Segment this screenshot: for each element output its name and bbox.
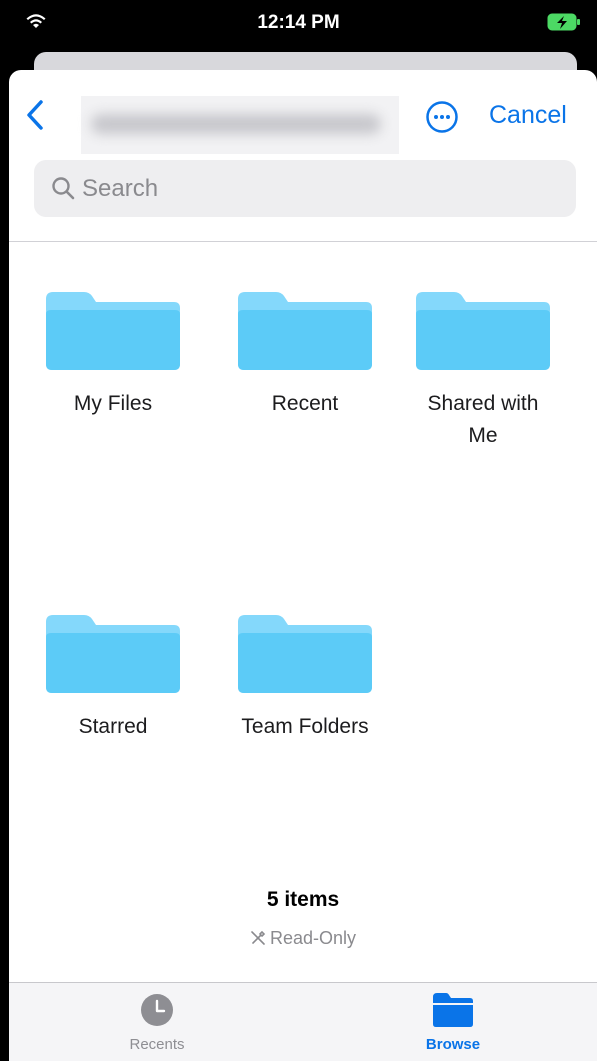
item-count: 5 items [266,888,340,911]
folder-label: Team Folders [241,715,369,738]
folder-icon [46,292,180,370]
folder-label: My Files [73,392,153,415]
tab-browse[interactable]: Browse [393,993,513,1053]
redacted-title-blur [91,114,381,134]
tab-bar: Recents Browse [9,982,597,1061]
cancel-button[interactable]: Cancel [489,100,567,130]
chevron-left-icon [27,100,43,130]
back-button[interactable] [21,98,51,132]
folder-icon [416,292,550,370]
folder-item-recent[interactable]: Recent [220,292,390,420]
ellipsis-circle-icon [426,101,458,133]
folder-item-team-folders[interactable]: Team Folders [220,615,390,743]
status-bar: 12:14 PM [0,0,597,48]
folder-item-shared-with-me[interactable]: Shared with Me [398,292,568,452]
search-field[interactable]: Search [34,160,576,217]
search-icon [52,177,75,200]
clock-icon [141,994,173,1026]
folder-label: Starred [78,715,148,738]
folder-item-starred[interactable]: Starred [28,615,198,743]
folder-icon [238,615,372,693]
folder-icon [433,993,473,1027]
tab-label: Browse [425,1036,481,1053]
pencil-slash-icon [250,930,266,951]
folder-icon [238,292,372,370]
navigation-bar: Cancel [9,70,597,160]
folder-icon [46,615,180,693]
more-button[interactable] [425,100,459,134]
tab-label: Recents [129,1036,185,1053]
read-only-status: Read-Only [9,928,597,951]
tab-recents[interactable]: Recents [97,993,217,1053]
redacted-title [81,96,399,154]
status-time: 12:14 PM [257,12,340,33]
folder-label: Shared with Me [427,392,539,447]
read-only-label: Read-Only [269,928,357,948]
battery-charging-icon [547,12,581,37]
divider [9,241,597,242]
folder-item-my-files[interactable]: My Files [28,292,198,420]
folder-label: Recent [271,392,339,415]
search-placeholder: Search [82,175,159,202]
files-sheet: Cancel Search My Files Recent Shared wit… [9,70,597,1061]
